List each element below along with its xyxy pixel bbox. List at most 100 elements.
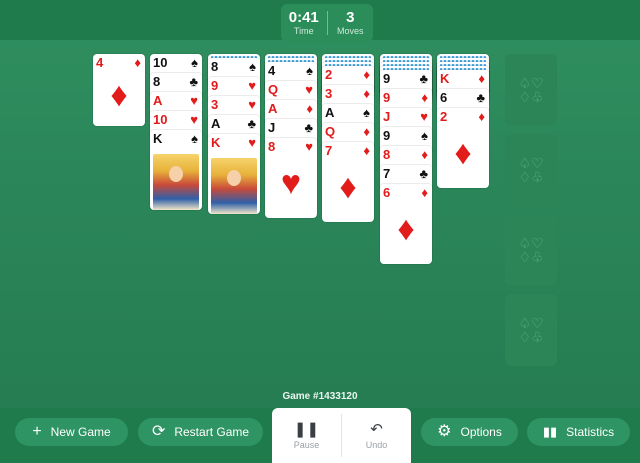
game-number: Game #1433120 — [282, 391, 358, 402]
card-rank: 10 — [153, 55, 168, 70]
move-counter: 3 Moves — [328, 8, 374, 37]
card-suit: ♦ — [478, 109, 485, 124]
playing-card[interactable]: 6 ♦ ♦ — [380, 184, 432, 264]
card-suit: ♠ — [421, 128, 428, 143]
card-rank: 7 — [383, 166, 391, 181]
waste-card[interactable]: 4 ♦ ♦ — [93, 54, 145, 126]
card-suit: ♦ — [421, 90, 428, 105]
pause-button[interactable]: ❚❚ Pause — [272, 408, 341, 463]
foundation-suits-icon: ♤♡ ♢♧ — [518, 235, 544, 265]
new-game-label: New Game — [50, 425, 111, 439]
foundation-suits-icon: ♤♡ ♢♧ — [518, 315, 544, 345]
restart-game-button[interactable]: ⟳ Restart Game — [138, 418, 263, 446]
card-suit: ♣ — [189, 74, 198, 89]
card-suit: ♣ — [476, 90, 485, 105]
card-suit: ♣ — [419, 71, 428, 86]
card-rank: A — [325, 105, 335, 120]
playing-card[interactable]: 7 ♦ ♦ — [322, 142, 374, 222]
card-suit: ♦ — [363, 67, 370, 82]
card-rank: 3 — [211, 97, 219, 112]
card-suit: ♣ — [419, 166, 428, 181]
card-pip: ♥ — [280, 164, 302, 202]
timer-label: Time — [293, 25, 314, 36]
king-portrait-icon — [211, 158, 257, 214]
card-suit: ♥ — [248, 97, 256, 112]
foundation-pile[interactable]: ♤♡ ♢♧ — [505, 134, 557, 206]
card-rank: 10 — [153, 112, 168, 127]
card-rank: 9 — [383, 71, 391, 86]
moves-value: 3 — [346, 8, 355, 26]
card-rank: 2 — [325, 67, 333, 82]
undo-icon: ↶ — [370, 420, 383, 438]
card-suit: ♠ — [249, 59, 256, 74]
pause-label: Pause — [293, 439, 320, 450]
card-suit: ♥ — [190, 112, 198, 127]
card-suit: ♦ — [363, 143, 370, 158]
card-suit: ♥ — [305, 139, 313, 154]
plus-icon: + — [32, 423, 42, 440]
foundation-suits-icon: ♤♡ ♢♧ — [518, 75, 544, 105]
card-suit: ♠ — [191, 55, 198, 70]
options-label: Options — [460, 425, 502, 439]
card-rank: K — [440, 71, 450, 86]
card-suit: ♦ — [134, 55, 141, 70]
card-rank: A — [268, 101, 278, 116]
card-rank: J — [383, 109, 391, 124]
card-suit: ♥ — [420, 109, 428, 124]
card-suit: ♦ — [306, 101, 313, 116]
foundation-suits-icon: ♤♡ ♢♧ — [518, 155, 544, 185]
card-rank: 9 — [383, 128, 391, 143]
card-rank: 9 — [211, 78, 219, 93]
card-rank: K — [211, 135, 221, 150]
card-suit: ♦ — [363, 86, 370, 101]
card-suit: ♦ — [421, 185, 428, 200]
card-suit: ♣ — [304, 120, 313, 135]
statistics-button[interactable]: ▮▮ Statistics — [527, 418, 630, 446]
undo-button[interactable]: ↶ Undo — [342, 408, 411, 463]
timer-value: 0:41 — [288, 8, 319, 26]
game-stats: 0:41 Time 3 Moves — [281, 4, 373, 42]
card-suit: ♦ — [363, 124, 370, 139]
statistics-label: Statistics — [566, 425, 615, 439]
restart-game-label: Restart Game — [174, 425, 250, 439]
card-suit: ♠ — [306, 63, 313, 78]
card-rank: Q — [325, 124, 336, 139]
pause-undo-panel: ❚❚ Pause ↶ Undo — [272, 408, 411, 463]
card-rank: 2 — [440, 109, 448, 124]
card-suit: ♦ — [421, 147, 428, 162]
playing-card[interactable]: 8 ♥ ♥ — [265, 138, 317, 218]
timer: 0:41 Time — [281, 8, 327, 37]
bar-chart-icon: ▮▮ — [542, 424, 558, 439]
card-rank: 6 — [440, 90, 448, 105]
card-rank: K — [153, 131, 163, 146]
moves-label: Moves — [336, 25, 364, 36]
card-suit: ♥ — [190, 93, 198, 108]
card-rank: 6 — [383, 185, 391, 200]
card-pip: ♦ — [454, 134, 472, 172]
card-rank: 4 — [96, 55, 104, 70]
card-pip: ♦ — [110, 76, 128, 114]
card-pip: ♦ — [397, 210, 415, 248]
card-rank: A — [211, 116, 221, 131]
new-game-button[interactable]: + New Game — [15, 418, 128, 446]
foundation-pile[interactable]: ♤♡ ♢♧ — [505, 294, 557, 366]
card-suit: ♥ — [248, 78, 256, 93]
pause-icon: ❚❚ — [293, 420, 320, 438]
playing-card[interactable]: K ♠ — [150, 130, 202, 210]
card-suit: ♥ — [305, 82, 313, 97]
foundation-pile[interactable]: ♤♡ ♢♧ — [505, 54, 557, 126]
card-rank: 8 — [383, 147, 391, 162]
card-rank: 8 — [211, 59, 219, 74]
card-rank: Q — [268, 82, 279, 97]
card-suit: ♣ — [247, 116, 256, 131]
card-pip: ♦ — [339, 168, 357, 206]
foundation-pile[interactable]: ♤♡ ♢♧ — [505, 214, 557, 286]
card-rank: 9 — [383, 90, 391, 105]
card-suit: ♦ — [478, 71, 485, 86]
playing-card[interactable]: 2 ♦ ♦ — [437, 108, 489, 188]
king-portrait-icon — [153, 154, 199, 210]
options-button[interactable]: ⚙ Options — [421, 418, 518, 446]
card-suit: ♥ — [248, 135, 256, 150]
playing-card[interactable]: K ♥ — [208, 134, 260, 214]
gear-icon: ⚙ — [437, 423, 452, 440]
